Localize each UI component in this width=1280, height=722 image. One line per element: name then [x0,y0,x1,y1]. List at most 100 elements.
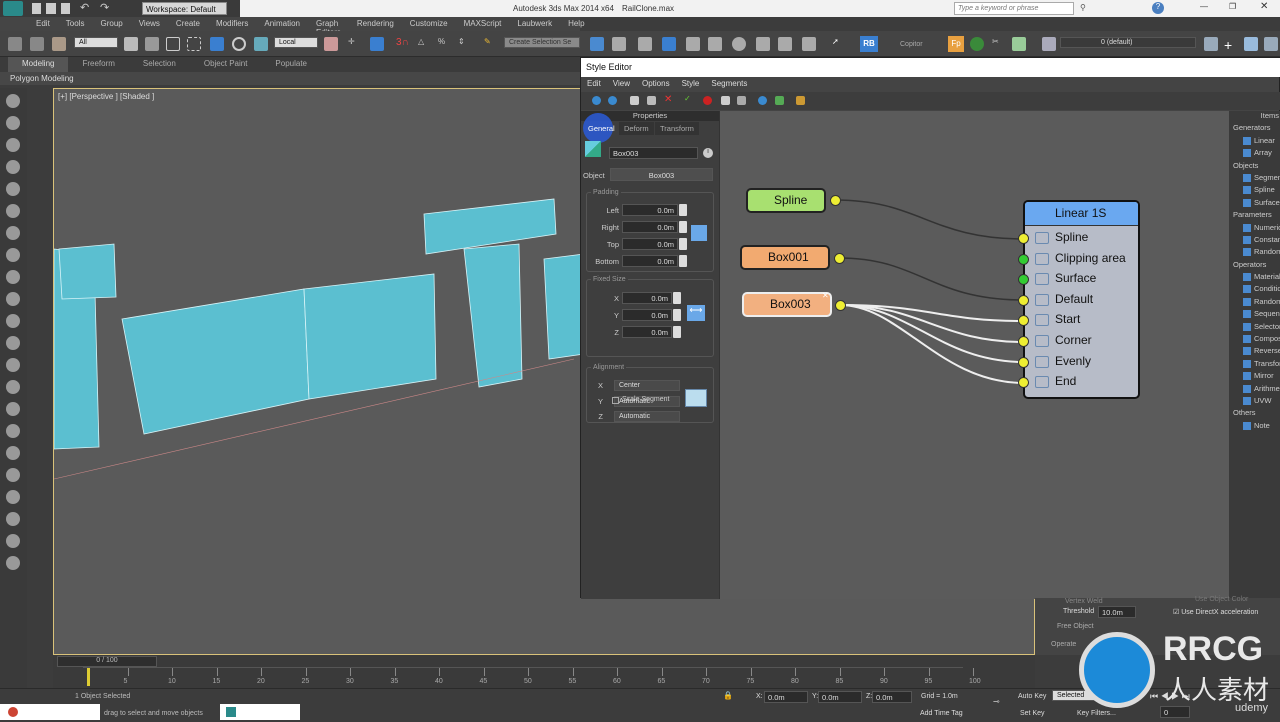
polygon-modeling-panel[interactable]: Polygon Modeling [0,72,580,85]
paste-icon[interactable] [647,96,656,105]
check-icon[interactable]: ✓ [684,94,693,103]
menu-animation[interactable]: Animation [264,19,300,31]
railclone-rb-button[interactable]: RB [860,36,878,52]
select-object-icon[interactable] [124,37,138,51]
keyboard-shortcut-icon[interactable] [370,37,384,51]
menu-maxscript[interactable]: MAXScript [464,19,502,31]
input-port-corner[interactable] [1018,336,1029,347]
fixed-size-y-field[interactable]: 0.0m [622,309,672,321]
item-random[interactable]: Random [1229,247,1280,259]
tool-icon[interactable] [6,226,20,240]
padding-bottom-field[interactable]: 0.0m [622,255,678,267]
select-and-move-icon[interactable] [210,37,224,51]
items-group-objects[interactable]: Objects [1229,161,1280,173]
alignment-z-dropdown[interactable]: Automatic [614,411,680,422]
menu-customize[interactable]: Customize [410,19,448,31]
bind-space-warp-icon[interactable] [52,37,66,51]
edit-named-selection-icon[interactable]: ✎ [484,37,498,51]
spinner[interactable] [679,238,687,250]
current-frame-marker[interactable] [87,668,90,686]
mirror-icon[interactable] [590,37,604,51]
z-coordinate-field[interactable]: 0.0m [872,691,912,703]
tool-icon[interactable] [6,490,20,504]
items-group-others[interactable]: Others [1229,408,1280,420]
segment-name-field[interactable]: Box003 [609,147,698,159]
trash-icon[interactable] [737,96,746,105]
tool-icon[interactable] [6,138,20,152]
maximize-button[interactable]: ❐ [1229,2,1236,11]
input-port-spline[interactable] [1018,233,1029,244]
schematic-view-icon[interactable] [708,37,722,51]
menu-help[interactable]: Help [568,19,584,31]
render-icon[interactable] [802,37,816,51]
se-menu-view[interactable]: View [613,79,630,90]
item-selector[interactable]: Selector [1229,322,1280,334]
list-icon[interactable] [1012,37,1026,51]
y-coordinate-field[interactable]: 0.0m [818,691,862,703]
object-picker-button[interactable]: Box003 [610,168,713,181]
se-menu-edit[interactable]: Edit [587,79,601,90]
tool-icon[interactable] [6,402,20,416]
se-menu-segments[interactable]: Segments [711,79,747,90]
item-uvw[interactable]: UVW [1229,396,1280,408]
binoculars-icon[interactable]: ⚲ [1080,3,1086,12]
app-logo-icon[interactable] [3,1,23,16]
tool-icon[interactable] [6,94,20,108]
spinner-snap-icon[interactable]: ⇕ [458,37,472,51]
graphite-toolbar-icon[interactable] [662,37,676,51]
percent-snap-icon[interactable]: % [438,37,452,51]
item-arithmetic[interactable]: Arithmetic [1229,384,1280,396]
delete-icon[interactable]: ✕ [664,94,673,105]
help-icon[interactable]: ? [1152,2,1164,14]
tool-icon[interactable] [6,446,20,460]
fixed-size-mode-icon[interactable]: ⟷ [687,305,705,321]
menu-modifiers[interactable]: Modifiers [216,19,248,31]
input-port-evenly[interactable] [1018,356,1029,368]
node-graph-canvas[interactable]: Spline Box001 Box003 ✕ Linear 1S Spline C… [719,111,1229,599]
link-icon[interactable] [8,37,22,51]
spinner[interactable] [679,204,687,216]
stop-icon[interactable] [703,96,712,105]
tool-icon[interactable] [6,292,20,306]
window-crossing-icon[interactable] [187,37,201,51]
render-frame-icon[interactable] [778,37,792,51]
items-group-operators[interactable]: Operators [1229,260,1280,272]
menu-graph-editors[interactable]: Graph Editors [316,19,341,37]
x-coordinate-field[interactable]: 0.0m [764,691,808,703]
menu-create[interactable]: Create [176,19,200,31]
se-menu-options[interactable]: Options [642,79,670,90]
threshold-field[interactable]: 10.0m [1098,606,1136,618]
menu-rendering[interactable]: Rendering [357,19,394,31]
item-reverse[interactable]: Reverse [1229,346,1280,358]
item-randomize[interactable]: Randomize [1229,297,1280,309]
add-to-layer-icon[interactable]: + [1224,37,1238,53]
padding-top-field[interactable]: 0.0m [622,238,678,250]
lock-icon[interactable]: 🔒 [723,691,733,700]
taskbar-app-2[interactable] [220,704,300,720]
item-constant[interactable]: Constant [1229,235,1280,247]
set-key-button[interactable]: Set Key [1020,710,1045,717]
align-icon[interactable] [612,37,626,51]
tool-icon[interactable] [6,160,20,174]
item-linear[interactable]: Linear [1229,136,1280,148]
tab-populate[interactable]: Populate [261,57,321,72]
copy-icon[interactable] [630,96,639,105]
tool-icon[interactable] [6,468,20,482]
layer-manager-icon[interactable] [638,37,652,51]
input-port-default[interactable] [1018,294,1029,306]
select-by-name-icon[interactable] [145,37,159,51]
tab-object-paint[interactable]: Object Paint [190,57,262,72]
undo-icon[interactable] [592,96,601,105]
use-object-color-checkbox[interactable]: Use Object Color [1195,596,1248,603]
spinner[interactable] [673,292,681,304]
item-note[interactable]: Note [1229,421,1280,433]
tool-icon[interactable] [6,424,20,438]
menu-group[interactable]: Group [100,19,122,31]
layer-dropdown[interactable]: 0 (default) [1060,37,1196,48]
new-layer-icon[interactable] [1204,37,1218,51]
item-sequence[interactable]: Sequence [1229,309,1280,321]
node-box001-output-port[interactable] [834,253,845,264]
alignment-x-dropdown[interactable]: Center [614,380,680,391]
item-conditional[interactable]: Conditional [1229,284,1280,296]
redo-icon[interactable] [608,96,617,105]
